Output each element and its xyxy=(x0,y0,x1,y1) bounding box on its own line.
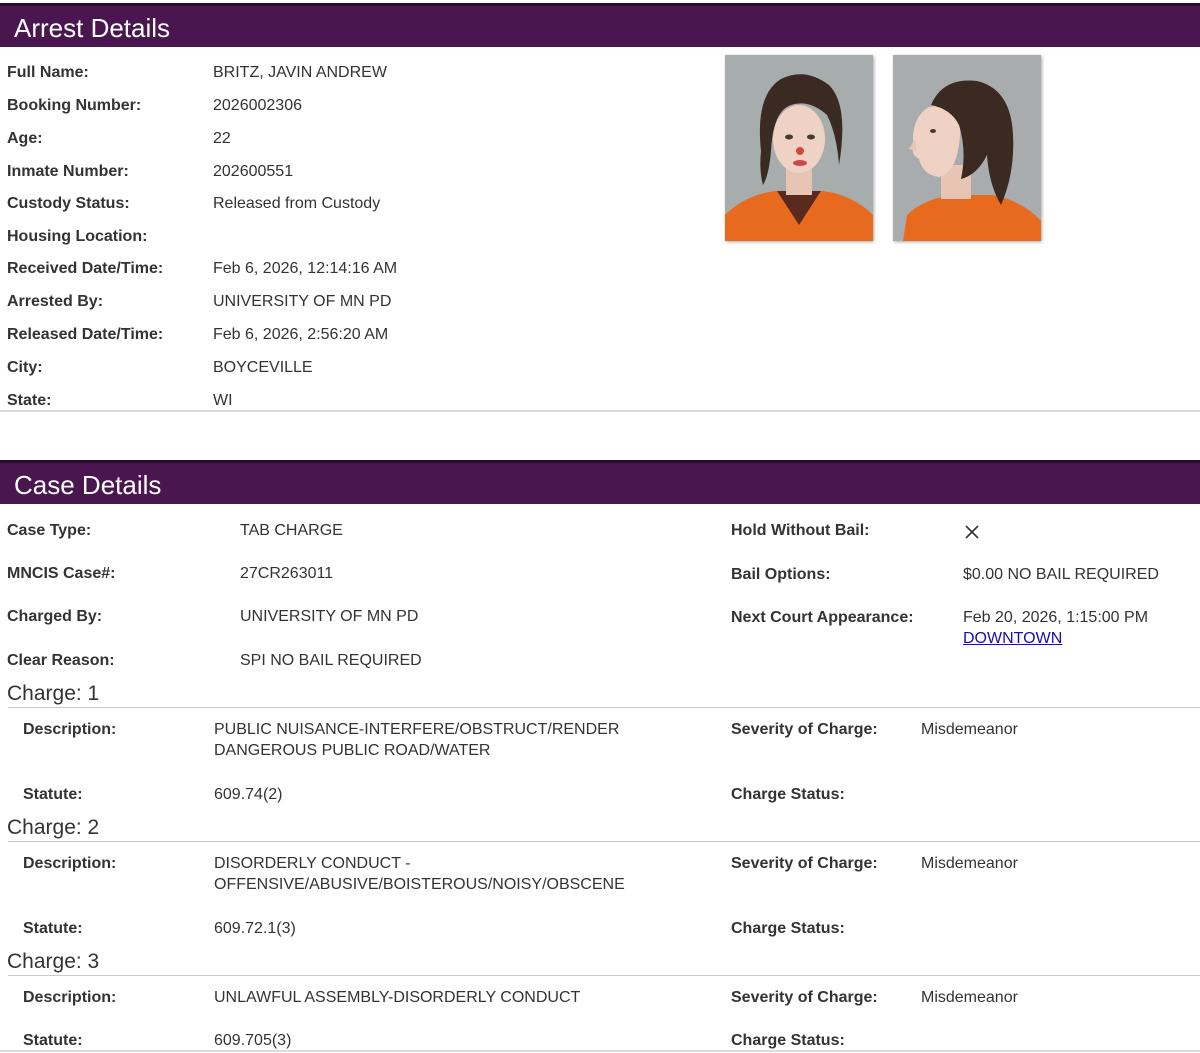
field-value-arrested-by: UNIVERSITY OF MN PD xyxy=(213,293,392,310)
bail-options-value: $0.00 NO BAIL REQUIRED xyxy=(963,566,1159,583)
charge-1-severity-value: Misdemeanor xyxy=(921,721,1018,738)
charged-by-label: Charged By: xyxy=(7,608,103,625)
clear-reason-label: Clear Reason: xyxy=(7,652,115,669)
charge-1-description-line-1: PUBLIC NUISANCE-INTERFERE/OBSTRUCT/RENDE… xyxy=(214,721,620,738)
field-value-city: BOYCEVILLE xyxy=(213,359,313,376)
charge-3-statute-value: 609.705(3) xyxy=(214,1032,292,1049)
charged-by-value: UNIVERSITY OF MN PD xyxy=(240,608,419,625)
charge-3-severity-label: Severity of Charge: xyxy=(731,989,878,1006)
charge-3-divider xyxy=(8,975,1200,976)
bottom-divider xyxy=(0,1050,1200,1052)
charge-1-description-line-2: DANGEROUS PUBLIC ROAD/WATER xyxy=(214,742,491,759)
charge-2-description-line-2: OFFENSIVE/ABUSIVE/BOISTEROUS/NOISY/OBSCE… xyxy=(214,876,625,893)
field-label-inmate-number: Inmate Number: xyxy=(7,163,129,180)
field-value-booking-number: 2026002306 xyxy=(213,97,302,114)
charge-3-description-line-1: UNLAWFUL ASSEMBLY-DISORDERLY CONDUCT xyxy=(214,989,581,1006)
clear-reason-value: SPI NO BAIL REQUIRED xyxy=(240,652,422,669)
field-value-received-datetime: Feb 6, 2026, 12:14:16 AM xyxy=(213,260,398,277)
booking-photo-front xyxy=(725,55,873,241)
charge-1-status-label: Charge Status: xyxy=(731,786,845,803)
next-court-appearance-value: Feb 20, 2026, 1:15:00 PM xyxy=(963,609,1149,626)
field-value-full-name: BRITZ, JAVIN ANDREW xyxy=(213,64,387,81)
court-location-link[interactable]: DOWNTOWN xyxy=(963,630,1062,648)
bail-options-label: Bail Options: xyxy=(731,566,831,583)
hold-without-bail-label: Hold Without Bail: xyxy=(731,522,870,539)
field-value-inmate-number: 202600551 xyxy=(213,163,294,180)
charge-1-statute-label: Statute: xyxy=(23,786,83,803)
field-label-age: Age: xyxy=(7,130,43,147)
booking-photo-profile xyxy=(893,55,1041,241)
field-label-full-name: Full Name: xyxy=(7,64,89,81)
field-label-received-datetime: Received Date/Time: xyxy=(7,260,164,277)
field-label-state: State: xyxy=(7,392,52,409)
case-type-label: Case Type: xyxy=(7,522,92,539)
case-details-header: Case Details xyxy=(0,460,1200,504)
case-details-title: Case Details xyxy=(14,470,162,500)
field-label-arrested-by: Arrested By: xyxy=(7,293,104,310)
charge-1-divider xyxy=(8,707,1200,708)
charge-3-title: Charge: 3 xyxy=(7,950,100,973)
charge-1-description-label: Description: xyxy=(23,721,117,738)
charge-3-statute-label: Statute: xyxy=(23,1032,83,1049)
charge-3-severity-value: Misdemeanor xyxy=(921,989,1018,1006)
field-value-state: WI xyxy=(213,392,233,409)
arrest-section-divider xyxy=(0,410,1200,412)
field-label-city: City: xyxy=(7,359,43,376)
field-value-age: 22 xyxy=(213,130,231,147)
field-label-housing-location: Housing Location: xyxy=(7,228,148,245)
field-label-booking-number: Booking Number: xyxy=(7,97,142,114)
field-label-released-datetime: Released Date/Time: xyxy=(7,326,164,343)
arrest-details-header: Arrest Details xyxy=(0,3,1200,47)
field-label-custody-status: Custody Status: xyxy=(7,195,130,212)
charge-1-statute-value: 609.74(2) xyxy=(214,786,283,803)
charge-1-severity-label: Severity of Charge: xyxy=(731,721,878,738)
charge-3-description-label: Description: xyxy=(23,989,117,1006)
charge-2-title: Charge: 2 xyxy=(7,816,100,839)
charge-2-status-label: Charge Status: xyxy=(731,920,845,937)
charge-2-statute-label: Statute: xyxy=(23,920,83,937)
charge-2-description-label: Description: xyxy=(23,855,117,872)
next-court-appearance-label: Next Court Appearance: xyxy=(731,609,914,626)
charge-2-severity-label: Severity of Charge: xyxy=(731,855,878,872)
charge-2-statute-value: 609.72.1(3) xyxy=(214,920,296,937)
case-type-value: TAB CHARGE xyxy=(240,522,343,539)
charge-2-severity-value: Misdemeanor xyxy=(921,855,1018,872)
arrest-details-title: Arrest Details xyxy=(14,13,171,43)
charge-2-divider xyxy=(8,841,1200,842)
field-value-released-datetime: Feb 6, 2026, 2:56:20 AM xyxy=(213,326,389,343)
charge-3-status-label: Charge Status: xyxy=(731,1032,845,1049)
mncis-case-label: MNCIS Case#: xyxy=(7,565,116,582)
close-x-icon xyxy=(965,525,979,539)
charge-1-title: Charge: 1 xyxy=(7,682,100,705)
field-value-custody-status: Released from Custody xyxy=(213,195,381,212)
charge-2-description-line-1: DISORDERLY CONDUCT - xyxy=(214,855,411,872)
mncis-case-value: 27CR263011 xyxy=(240,565,334,582)
